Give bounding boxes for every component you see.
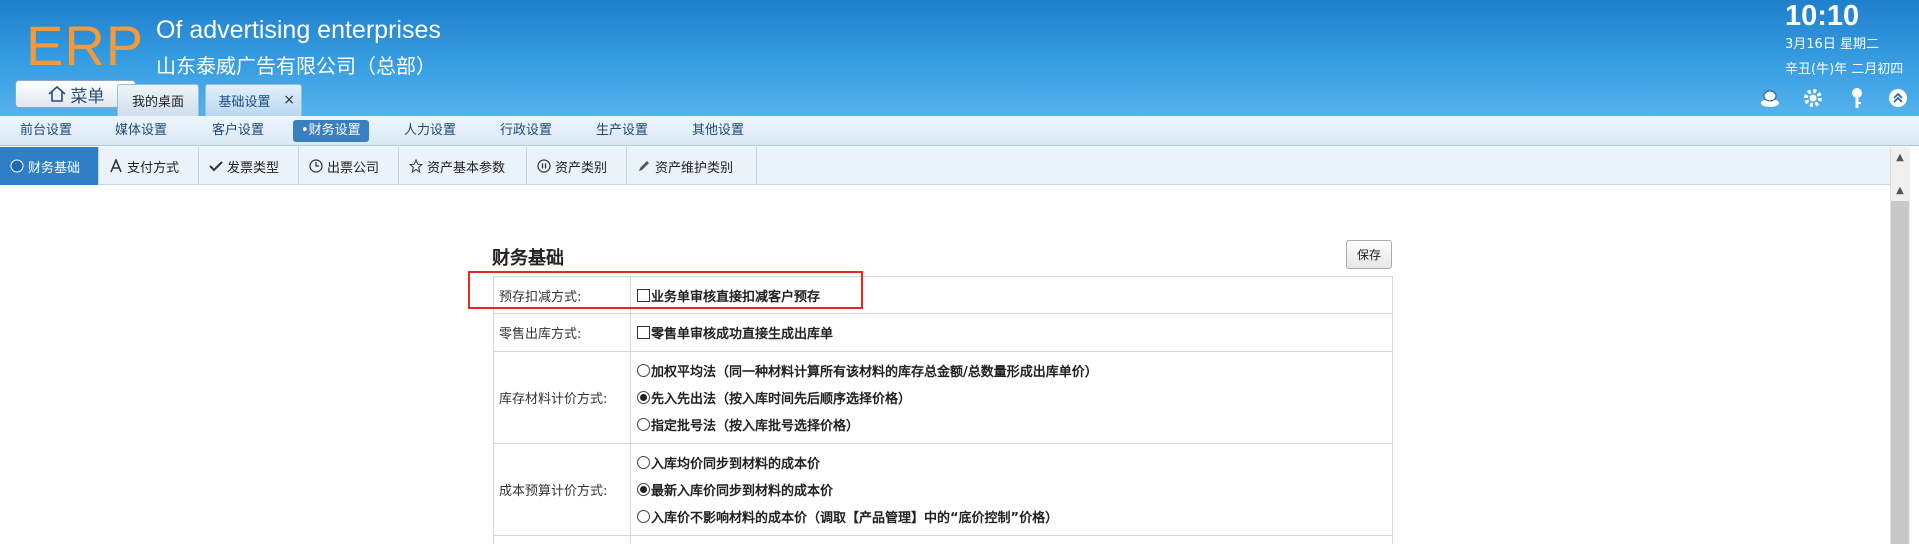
form-row-retail: 零售出库方式: 零售单审核成功直接生成出库单 — [493, 314, 1393, 352]
stock-option-fifo[interactable]: 先入先出法（按入库时间先后顺序选择价格） — [637, 388, 1392, 407]
scroll-up-arrow-icon[interactable]: ▲ — [1892, 185, 1908, 197]
nav-customer-settings[interactable]: 客户设置 — [212, 120, 264, 142]
subnav-asset-maintenance-label: 资产维护类别 — [655, 160, 734, 176]
gear-icon[interactable] — [1801, 86, 1825, 110]
cost-option-latest-label: 最新入库价同步到材料的成本价 — [651, 484, 834, 499]
form-row-cost-pricing: 成本预算计价方式: 入库均价同步到材料的成本价 最新入库价同步到材料的成本价 入… — [493, 444, 1393, 536]
nav-front-settings[interactable]: 前台设置 — [20, 120, 72, 142]
company-name-en: Of advertising enterprises — [156, 16, 441, 44]
subnav-payment-method[interactable]: 支付方式 — [99, 147, 199, 185]
clock-time: 10:10 — [1785, 0, 1860, 32]
subnav-issuing-company[interactable]: 出票公司 — [299, 147, 399, 185]
subnav-invoice-type-label: 发票类型 — [227, 160, 280, 176]
stock-option-weighted-label: 加权平均法（同一种材料计算所有该材料的库存总金额/总数量形成出库单价） — [651, 365, 1098, 380]
font-a-icon — [110, 159, 122, 173]
stock-radio-fifo[interactable] — [637, 391, 650, 404]
cost-radio-latest[interactable] — [637, 483, 650, 496]
pause-icon — [537, 159, 551, 173]
form-row-next — [493, 536, 1393, 544]
cost-option-average[interactable]: 入库均价同步到材料的成本价 — [637, 453, 1392, 472]
stock-radio-weighted[interactable] — [637, 364, 650, 377]
home-icon — [47, 85, 66, 102]
tab-basic-settings[interactable]: 基础设置 × — [205, 84, 302, 116]
scrollbar-thumb[interactable] — [1891, 201, 1909, 544]
star-icon — [409, 159, 423, 173]
stock-radio-batch[interactable] — [637, 418, 650, 431]
user-icon[interactable] — [1758, 86, 1782, 110]
subnav-asset-category-label: 资产类别 — [555, 160, 608, 176]
cost-option-none-label: 入库价不影响材料的成本价（调取【产品管理】中的“底价控制”价格） — [651, 511, 1059, 526]
collapse-up-icon[interactable] — [1886, 86, 1910, 110]
subnav-asset-category[interactable]: 资产类别 — [527, 147, 627, 185]
retail-option[interactable]: 零售单审核成功直接生成出库单 — [637, 323, 1392, 342]
lunar-date: 辛丑(牛)年 二月初四 — [1785, 62, 1904, 77]
check-icon — [209, 161, 223, 172]
cost-radio-average[interactable] — [637, 456, 650, 469]
nav-finance-settings[interactable]: •财务设置 — [293, 120, 369, 142]
cost-option-average-label: 入库均价同步到材料的成本价 — [651, 457, 821, 472]
stock-option-weighted[interactable]: 加权平均法（同一种材料计算所有该材料的库存总金额/总数量形成出库单价） — [637, 361, 1392, 380]
cost-radio-none[interactable] — [637, 510, 650, 523]
nav-admin-settings[interactable]: 行政设置 — [500, 120, 552, 142]
finance-subnav: 财务基础 支付方式 发票类型 出票公司 资产基本参数 资产类别 资产维护类别 — [0, 147, 1890, 185]
clock-icon — [309, 159, 323, 173]
subnav-finance-basic-label: 财务基础 — [28, 160, 81, 176]
menu-label: 菜单 — [70, 86, 105, 107]
subnav-asset-params-label: 资产基本参数 — [427, 160, 506, 176]
nav-hr-settings[interactable]: 人力设置 — [404, 120, 456, 142]
cost-option-none[interactable]: 入库价不影响材料的成本价（调取【产品管理】中的“底价控制”价格） — [637, 507, 1392, 526]
nav-media-settings[interactable]: 媒体设置 — [115, 120, 167, 142]
subnav-asset-params[interactable]: 资产基本参数 — [399, 147, 527, 185]
subnav-finance-basic[interactable]: 财务基础 — [0, 147, 99, 185]
tab-my-desktop[interactable]: 我的桌面 — [117, 84, 199, 116]
scroll-up-arrow-icon[interactable]: ▲ — [1892, 152, 1908, 164]
subnav-payment-method-label: 支付方式 — [127, 160, 180, 176]
form-row-stock-pricing: 库存材料计价方式: 加权平均法（同一种材料计算所有该材料的库存总金额/总数量形成… — [493, 352, 1393, 444]
subnav-issuing-company-label: 出票公司 — [327, 160, 380, 176]
company-name-cn: 山东泰威广告有限公司（总部） — [156, 54, 436, 78]
tab-basic-settings-label: 基础设置 — [218, 95, 271, 110]
globe-icon — [10, 159, 24, 173]
stock-option-fifo-label: 先入先出法（按入库时间先后顺序选择价格） — [651, 392, 912, 407]
subnav-asset-maintenance[interactable]: 资产维护类别 — [627, 147, 757, 185]
annotation-highlight-box — [468, 271, 863, 309]
cost-pricing-label: 成本预算计价方式: — [494, 444, 631, 535]
section-title: 财务基础 — [492, 248, 564, 269]
cost-option-latest[interactable]: 最新入库价同步到材料的成本价 — [637, 480, 1392, 499]
settings-category-nav: 前台设置 媒体设置 客户设置 •财务设置 人力设置 行政设置 生产设置 其他设置 — [0, 116, 1919, 146]
erp-logo: ERP — [26, 14, 145, 77]
app-header: ERP Of advertising enterprises 山东泰威广告有限公… — [0, 0, 1919, 116]
stock-option-batch-label: 指定批号法（按入库批号选择价格） — [651, 419, 860, 434]
key-icon[interactable] — [1845, 86, 1869, 110]
pencil-icon — [639, 161, 649, 171]
retail-label: 零售出库方式: — [494, 314, 631, 351]
nav-production-settings[interactable]: 生产设置 — [596, 120, 648, 142]
subnav-invoice-type[interactable]: 发票类型 — [199, 147, 299, 185]
save-button[interactable]: 保存 — [1346, 240, 1392, 269]
close-icon[interactable]: × — [283, 92, 295, 108]
nav-other-settings[interactable]: 其他设置 — [692, 120, 744, 142]
stock-pricing-label: 库存材料计价方式: — [494, 352, 631, 443]
clock-date: 3月16日 星期二 — [1785, 37, 1879, 52]
retail-option-label: 零售单审核成功直接生成出库单 — [651, 327, 834, 342]
stock-option-batch[interactable]: 指定批号法（按入库批号选择价格） — [637, 415, 1392, 434]
retail-checkbox[interactable] — [637, 326, 650, 339]
